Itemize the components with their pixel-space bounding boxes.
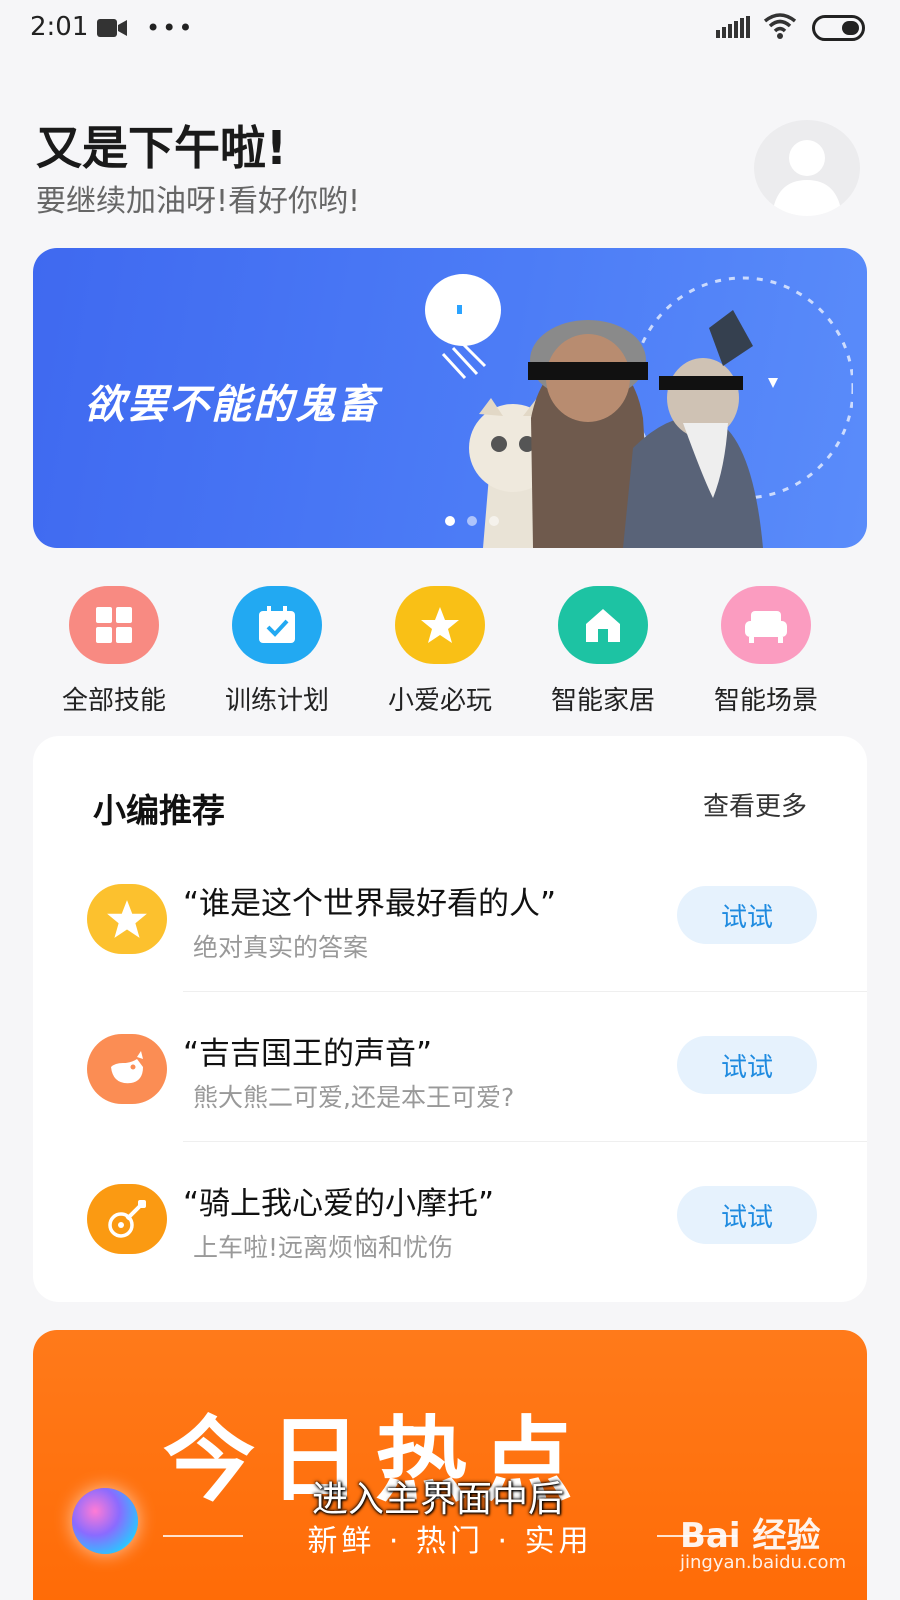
video-icon (97, 19, 127, 37)
try-button[interactable]: 试试 (677, 886, 817, 944)
quick-entry-label: 智能场景 (713, 686, 818, 716)
recommend-item-title: “骑上我心爱的小摩托” (183, 1186, 495, 1222)
try-button[interactable]: 试试 (677, 1036, 817, 1094)
quick-entry-label: 智能家居 (550, 686, 655, 716)
star-icon (87, 884, 167, 954)
quick-entry-smart-home[interactable]: 智能家居 (523, 586, 683, 717)
try-button[interactable]: 试试 (677, 1186, 817, 1244)
recommend-item[interactable]: “谁是这个世界最好看的人” 绝对真实的答案 试试 (33, 842, 867, 992)
avatar[interactable] (754, 120, 860, 216)
calendar-check-icon (232, 586, 322, 664)
pagination-dot[interactable] (445, 516, 455, 526)
banner-text: 欲罢不能的鬼畜 (85, 382, 379, 428)
guitar-icon (87, 1184, 167, 1254)
bird-icon (87, 1034, 167, 1104)
quick-entry-label: 训练计划 (224, 686, 329, 716)
pagination-dot[interactable] (489, 516, 499, 526)
sofa-icon (721, 586, 811, 664)
signal-icon (716, 16, 750, 38)
quick-entry-training-plan[interactable]: 训练计划 (197, 586, 357, 717)
grid-icon (69, 586, 159, 664)
status-bar: 2:01 ••• (0, 0, 900, 58)
quick-entry-bar: 全部技能 训练计划 小爱必玩 智能家居 智能场景 (0, 586, 900, 716)
quick-entry-must-play[interactable]: 小爱必玩 (360, 586, 520, 717)
quick-entry-label: 小爱必玩 (387, 686, 492, 716)
star-icon (395, 586, 485, 664)
recommend-item-desc: 上车啦!远离烦恼和忧伤 (193, 1233, 454, 1262)
quick-entry-smart-scene[interactable]: 智能场景 (686, 586, 846, 717)
assistant-ball-icon[interactable] (72, 1488, 138, 1554)
pagination-dot[interactable] (467, 516, 477, 526)
recommend-title: 小编推荐 (93, 791, 225, 830)
quick-entry-label: 全部技能 (61, 686, 166, 716)
status-time: 2:01 (30, 12, 89, 42)
home-icon (558, 586, 648, 664)
battery-icon (812, 15, 865, 41)
user-icon (772, 140, 842, 216)
promo-banner[interactable]: 欲罢不能的鬼畜 (33, 248, 867, 548)
recommend-item-title: “谁是这个世界最好看的人” (183, 886, 557, 922)
view-more-link[interactable]: 查看更多 (703, 786, 807, 823)
watermark: Bai 经验 (680, 1516, 821, 1556)
recommend-card: 小编推荐 查看更多 “谁是这个世界最好看的人” 绝对真实的答案 试试 “吉吉国王… (33, 736, 867, 1302)
quick-entry-all-skills[interactable]: 全部技能 (34, 586, 194, 717)
recommend-item-desc: 熊大熊二可爱,还是本王可爱? (193, 1083, 515, 1112)
recommend-item[interactable]: “吉吉国王的声音” 熊大熊二可爱,还是本王可爱? 试试 (33, 992, 867, 1142)
recommend-item-desc: 绝对真实的答案 (193, 933, 369, 962)
recommend-item[interactable]: “骑上我心爱的小摩托” 上车啦!远离烦恼和忧伤 试试 (33, 1142, 867, 1292)
recommend-item-title: “吉吉国王的声音” (183, 1036, 433, 1072)
banner-illustration (425, 274, 853, 548)
video-caption: 进入主界面中后 (312, 1479, 565, 1520)
wifi-icon (763, 13, 797, 39)
banner-pagination (445, 516, 499, 526)
more-icon: ••• (146, 14, 195, 42)
greeting-title: 又是下午啦! (36, 121, 287, 175)
greeting-subtitle: 要继续加油呀!看好你哟! (36, 184, 361, 219)
watermark-url: jingyan.baidu.com (680, 1552, 847, 1573)
